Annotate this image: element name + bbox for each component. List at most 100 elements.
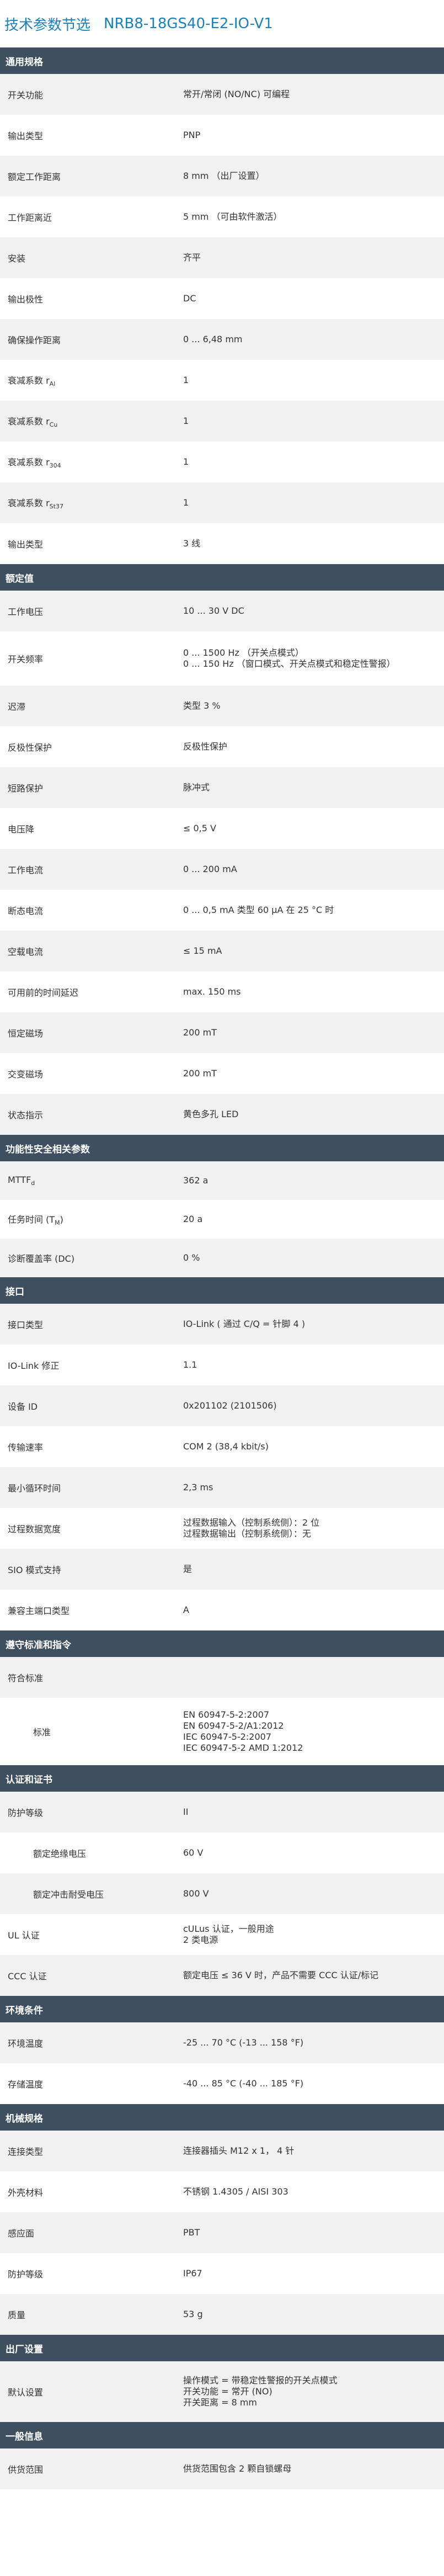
spec-value-line: 脉冲式 (183, 782, 210, 793)
spec-value: II (183, 1807, 444, 1818)
spec-label-text: 迟滞 (8, 702, 26, 712)
spec-value: COM 2 (38,4 kbit/s) (183, 1441, 444, 1452)
spec-row: MTTFd 362 a (0, 1161, 444, 1200)
spec-value: 连接器插头 M12 x 1， 4 针 (183, 2145, 444, 2157)
spec-value: 0 ... 200 mA (183, 864, 444, 875)
spec-row: 工作距离近 5 mm （可由软件激活） (0, 196, 444, 237)
section-heading-interface: 接口 (0, 1277, 444, 1304)
spec-value-line: COM 2 (38,4 kbit/s) (183, 1441, 269, 1452)
spec-label-text: 状态指示 (8, 1110, 44, 1120)
spec-row: 质量 53 g (0, 2294, 444, 2335)
section-heading-factory: 出厂设置 (0, 2335, 444, 2361)
spec-value-line: 0 ... 200 mA (183, 864, 237, 874)
spec-row: SIO 模式支持 是 (0, 1549, 444, 1590)
spec-row: 开关功能 常开/常闭 (NO/NC) 可编程 (0, 74, 444, 115)
spec-row: 工作电流 0 ... 200 mA (0, 849, 444, 890)
spec-value: 0 ... 1500 Hz （开关点模式） 0 ... 150 Hz （窗口模式、… (183, 647, 444, 670)
spec-value-line: 2,3 ms (183, 1482, 213, 1493)
spec-value: DC (183, 293, 444, 304)
spec-value: PBT (183, 2227, 444, 2238)
spec-value: max. 150 ms (183, 986, 444, 997)
spec-label-text: 短路保护 (8, 783, 44, 794)
spec-label-text: 工作电流 (8, 865, 44, 875)
spec-label: 交变磁场 (0, 1067, 183, 1080)
spec-label: 电压降 (0, 822, 183, 835)
section-heading-ambient: 环境条件 (0, 1996, 444, 2022)
spec-label-suffix: ) (60, 1214, 63, 1225)
spec-value-line: 5 mm （可由软件激活） (183, 211, 282, 222)
spec-value: 0 % (183, 1252, 444, 1263)
spec-row: 感应面 PBT (0, 2212, 444, 2253)
spec-value-line: 齐平 (183, 252, 201, 263)
spec-row: 接口类型 IO-Link ( 通过 C/Q = 针脚 4 ) (0, 1304, 444, 1345)
spec-label: 感应面 (0, 2226, 183, 2239)
spec-label-text: 任务时间 (T (8, 1214, 55, 1225)
spec-value-line: 0 ... 1500 Hz （开关点模式） (183, 647, 304, 658)
spec-label-text: 衰减系数 r (8, 375, 50, 386)
spec-value-line: EN 60947-5-2:2007 (183, 1709, 270, 1720)
spec-row: 衰减系数 r304 1 (0, 442, 444, 482)
spec-row: 输出类型 PNP (0, 115, 444, 156)
section-heading-info: 一般信息 (0, 2422, 444, 2448)
spec-value-line: 开关距离 = 8 mm (183, 2397, 258, 2408)
spec-value: 3 线 (183, 538, 444, 549)
spec-label: 兼容主端口类型 (0, 1603, 183, 1617)
spec-row: 防护等级 II (0, 1792, 444, 1833)
spec-value: 1.1 (183, 1359, 444, 1371)
spec-label-text: 防护等级 (8, 2269, 44, 2280)
spec-label-text: 感应面 (8, 2228, 35, 2239)
spec-row: 任务时间 (TM) 20 a (0, 1200, 444, 1239)
spec-value: cULus 认证，一般用途 2 类电源 (183, 1924, 444, 1946)
spec-value-line: IEC 60947-5-2 AMD 1:2012 (183, 1743, 303, 1753)
spec-row: 工作电压 10 ... 30 V DC (0, 591, 444, 631)
spec-row: 衰减系数 rAl 1 (0, 360, 444, 401)
spec-row: 输出类型 3 线 (0, 523, 444, 564)
spec-label-text: 衰减系数 r (8, 457, 50, 468)
spec-label: 任务时间 (TM) (0, 1212, 183, 1226)
spec-label: 环境温度 (0, 2036, 183, 2049)
spec-value-line: IEC 60947-5-2:2007 (183, 1732, 271, 1742)
spec-label: 最小循环时间 (0, 1481, 183, 1494)
spec-label-text: MTTF (8, 1175, 31, 1185)
spec-value: 60 V (183, 1847, 444, 1858)
spec-label: 额定绝缘电压 (0, 1846, 183, 1860)
spec-value: 常开/常闭 (NO/NC) 可编程 (183, 89, 444, 100)
spec-row: 状态指示 黄色多孔 LED (0, 1094, 444, 1135)
spec-label: 设备 ID (0, 1399, 183, 1412)
spec-value: PNP (183, 130, 444, 141)
spec-label-text: 额定工作距离 (8, 172, 61, 182)
spec-value-line: 2 类电源 (183, 1935, 218, 1945)
spec-label-text: 衰减系数 r (8, 416, 50, 427)
spec-value-line: 常开/常闭 (NO/NC) 可编程 (183, 89, 290, 99)
spec-row: 衰减系数 rCu 1 (0, 401, 444, 442)
spec-label-subscript: 304 (49, 462, 61, 469)
spec-label-text: 衰减系数 r (8, 498, 50, 508)
spec-value-line: 200 mT (183, 1027, 217, 1038)
spec-value-line: 0 ... 6,48 mm (183, 334, 243, 344)
spec-sections: 通用规格 开关功能 常开/常闭 (NO/NC) 可编程 输出类型 PNP 额定工作距离 8 … (0, 47, 444, 2489)
spec-label: 传输速率 (0, 1440, 183, 1453)
spec-label-text: 设备 ID (8, 1401, 38, 1412)
spec-label: 诊断覆盖率 (DC) (0, 1251, 183, 1265)
spec-label: 额定工作距离 (0, 169, 183, 183)
spec-value-line: 开关功能 = 常开 (NO) (183, 2386, 272, 2397)
spec-value-line: ≤ 15 mA (183, 946, 222, 956)
section-heading-general: 通用规格 (0, 47, 444, 74)
spec-label-text: 确保操作距离 (8, 335, 61, 346)
spec-row: 诊断覆盖率 (DC) 0 % (0, 1239, 444, 1277)
spec-label-text: IO-Link 修正 (8, 1361, 60, 1371)
spec-label-text: 断态电流 (8, 906, 44, 916)
spec-row: 兼容主端口类型 A (0, 1590, 444, 1630)
spec-label: 标准 (0, 1725, 183, 1738)
spec-label-text: UL 认证 (8, 1930, 40, 1941)
section-heading-safety: 功能性安全相关参数 (0, 1135, 444, 1161)
spec-label-text: 输出类型 (8, 539, 44, 550)
spec-value: 不锈钢 1.4305 / AISI 303 (183, 2186, 444, 2197)
spec-value-line: 过程数据输入（控制系统侧）：2 位 (183, 1517, 320, 1528)
spec-label: 衰减系数 r304 (0, 455, 183, 469)
spec-row: 额定绝缘电压 60 V (0, 1833, 444, 1873)
spec-row: 传输速率 COM 2 (38,4 kbit/s) (0, 1426, 444, 1467)
spec-label: MTTFd (0, 1175, 183, 1187)
spec-label-text: 可用前的时间延迟 (8, 987, 79, 998)
spec-label-text: 防护等级 (8, 1808, 44, 1818)
